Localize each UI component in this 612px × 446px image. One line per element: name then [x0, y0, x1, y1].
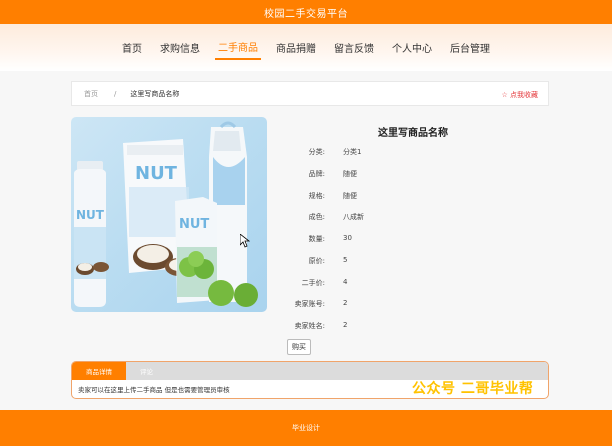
detail-label: 成色: [308, 213, 325, 221]
breadcrumb-current: 这里写商品名称 [130, 89, 180, 98]
detail-label: 原价: [308, 257, 325, 265]
breadcrumb-home[interactable]: 首页 [84, 89, 98, 99]
detail-brand: 品牌: 随便 [280, 169, 440, 179]
detail-label: 分类: [308, 148, 325, 156]
detail-value: 2 [343, 299, 348, 307]
mouse-cursor-icon [239, 233, 251, 252]
nav-item-feedback[interactable]: 留言反馈 [331, 37, 377, 59]
nav-item-used-goods[interactable]: 二手商品 [215, 36, 261, 60]
detail-value: 5 [343, 256, 348, 264]
detail-quantity: 数量: 30 [280, 234, 440, 244]
detail-condition: 成色: 八成新 [280, 212, 440, 222]
detail-seller-account: 卖家账号: 2 [280, 299, 440, 309]
detail-value: 2 [343, 321, 348, 329]
detail-value: 随便 [343, 192, 357, 200]
tab-product-details[interactable]: 商品详情 [72, 362, 126, 380]
detail-label: 品牌: [308, 170, 325, 178]
detail-value: 4 [343, 278, 348, 286]
main-nav: 首页 求购信息 二手商品 商品捐赠 留言反馈 个人中心 后台管理 [0, 24, 612, 71]
detail-spec: 规格: 随便 [280, 191, 440, 201]
watermark: 公众号 二哥毕业帮 [412, 381, 534, 397]
product-image: NUT NUT NUT [71, 117, 267, 312]
nav-item-wanted[interactable]: 求购信息 [157, 37, 203, 59]
svg-text:NUT: NUT [76, 208, 105, 222]
site-title: 校园二手交易平台 [264, 8, 348, 20]
site-header: 校园二手交易平台 [0, 0, 612, 24]
footer-text: 毕业设计 [292, 424, 320, 432]
detail-value: 随便 [343, 170, 357, 178]
detail-seller-name: 卖家姓名: 2 [280, 321, 440, 331]
detail-label: 卖家账号: [294, 300, 325, 308]
nav-item-user-center[interactable]: 个人中心 [389, 37, 435, 59]
detail-used-price: 二手价: 4 [280, 278, 440, 288]
nav-item-donation[interactable]: 商品捐赠 [273, 37, 319, 59]
buy-button[interactable]: 购买 [287, 339, 311, 355]
product-photo-icon: NUT NUT NUT [74, 121, 258, 307]
detail-value: 分类1 [343, 148, 362, 156]
product-detail-page: 首页 / 这里写商品名称 ☆ 点我收藏 NUT NUT NUT 这里写商品名称 … [0, 71, 612, 410]
detail-category: 分类: 分类1 [280, 147, 440, 157]
svg-text:NUT: NUT [135, 163, 178, 184]
detail-value: 30 [343, 234, 352, 242]
detail-label: 卖家姓名: [294, 322, 325, 330]
detail-label: 二手价: [301, 279, 325, 287]
nav-item-home[interactable]: 首页 [119, 37, 145, 59]
favorite-button[interactable]: ☆ 点我收藏 [501, 90, 538, 100]
product-title: 这里写商品名称 [378, 128, 448, 139]
site-footer: 毕业设计 [0, 410, 612, 446]
nav-item-admin[interactable]: 后台管理 [447, 37, 493, 59]
detail-original-price: 原价: 5 [280, 256, 440, 266]
detail-label: 数量: [308, 235, 325, 243]
breadcrumb: 首页 / 这里写商品名称 ☆ 点我收藏 [71, 81, 549, 106]
detail-label: 规格: [308, 192, 325, 200]
breadcrumb-separator: / [114, 89, 117, 98]
detail-value: 八成新 [343, 213, 364, 221]
svg-text:NUT: NUT [179, 217, 209, 232]
tab-comments[interactable]: 评论 [126, 362, 167, 380]
